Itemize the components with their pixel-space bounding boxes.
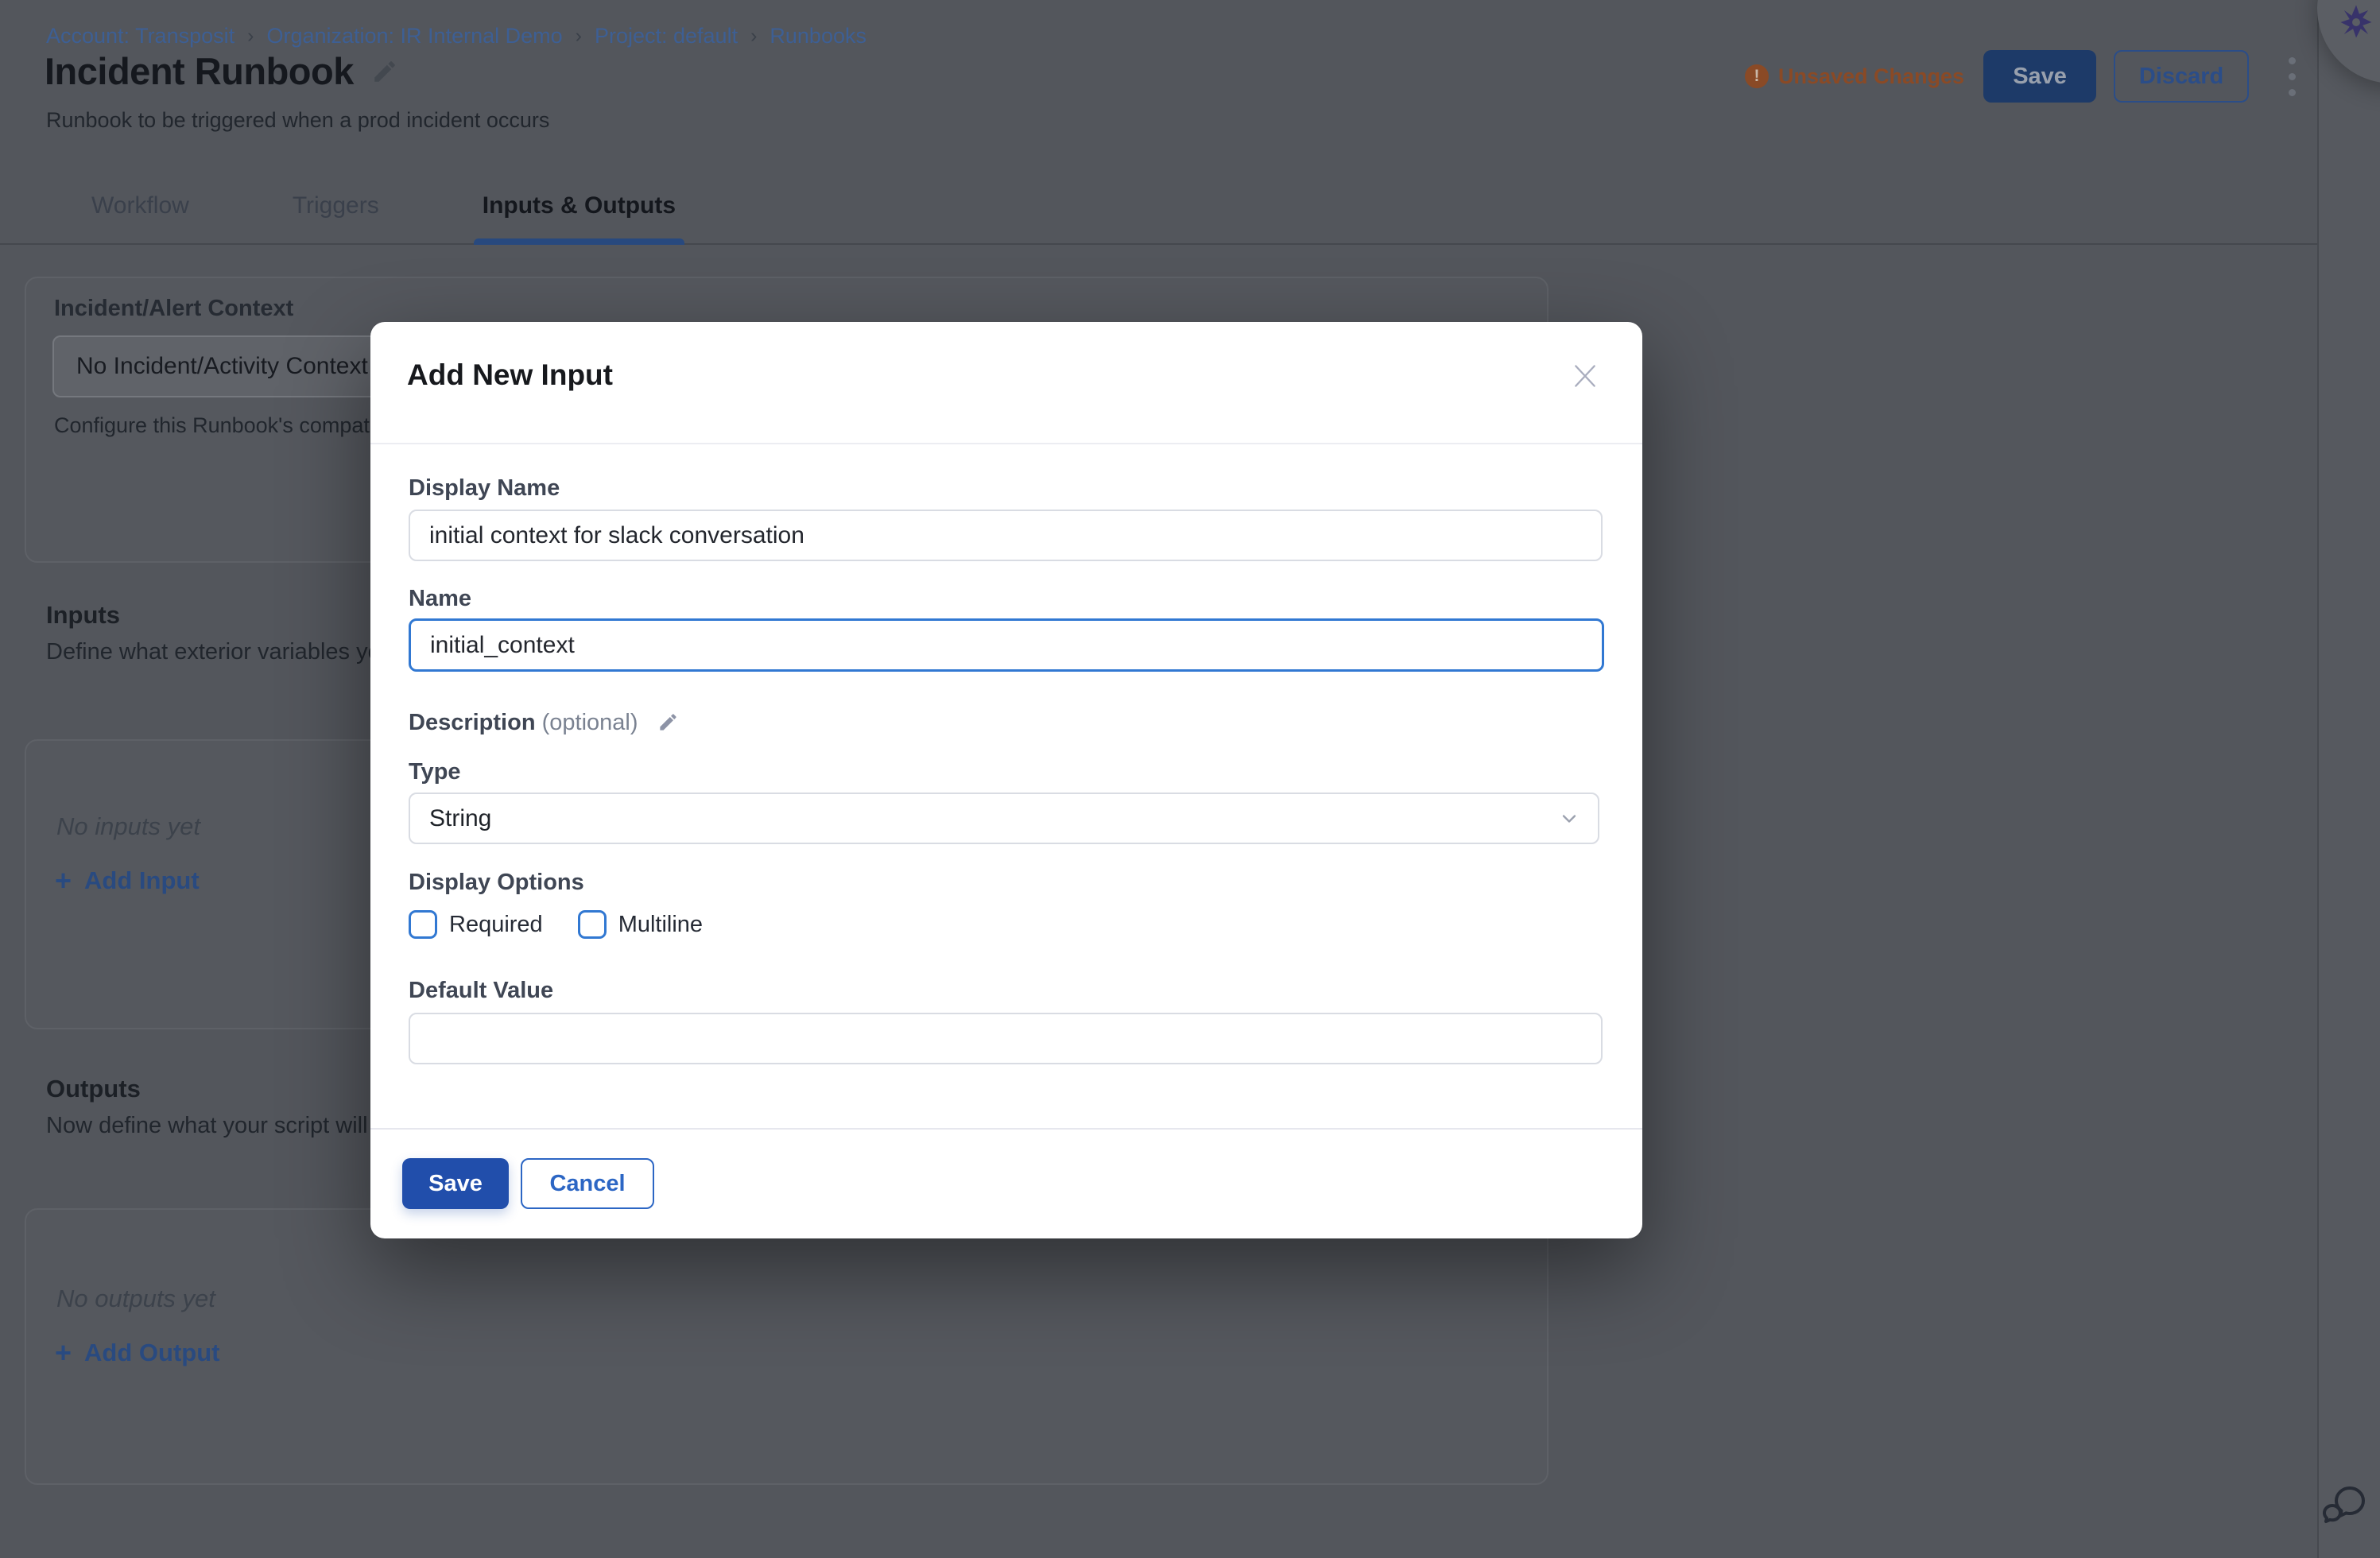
type-select[interactable]: String <box>409 793 1599 844</box>
name-label: Name <box>409 586 471 612</box>
unsaved-changes-status: ! Unsaved Changes <box>1745 64 1964 89</box>
name-input[interactable] <box>409 618 1604 672</box>
display-name-input[interactable] <box>409 510 1603 561</box>
header-actions: ! Unsaved Changes Save Discard <box>1745 50 2302 103</box>
display-name-label: Display Name <box>409 475 560 502</box>
modal-title: Add New Input <box>407 358 613 392</box>
add-output-label: Add Output <box>84 1339 219 1367</box>
modal-save-button[interactable]: Save <box>402 1158 509 1209</box>
flower-logo-icon <box>2335 2 2377 43</box>
tab-bar: Workflow Triggers Inputs & Outputs <box>0 168 2317 245</box>
modal-header-divider <box>370 443 1642 444</box>
edit-title-pencil-icon[interactable] <box>371 58 398 85</box>
add-output-button[interactable]: + Add Output <box>55 1339 219 1367</box>
inputs-section-helper: Define what exterior variables your <box>46 639 401 665</box>
plus-icon: + <box>55 1339 72 1367</box>
tab-triggers[interactable]: Triggers <box>249 168 423 243</box>
screen: Account: Transposit › Organization: IR I… <box>0 0 2380 1558</box>
discard-button[interactable]: Discard <box>2114 50 2249 103</box>
breadcrumb-separator: › <box>247 25 254 48</box>
breadcrumb-account-link[interactable]: Account: Transposit <box>46 24 235 48</box>
close-icon[interactable] <box>1569 360 1601 392</box>
plus-icon: + <box>55 866 72 895</box>
save-button[interactable]: Save <box>1983 50 2096 103</box>
right-margin-strip <box>2319 0 2380 1558</box>
modal-cancel-button[interactable]: Cancel <box>521 1158 654 1209</box>
display-options-label: Display Options <box>409 870 584 896</box>
type-label: Type <box>409 759 461 785</box>
kebab-menu-icon[interactable] <box>2282 51 2302 103</box>
type-select-value: String <box>429 805 491 832</box>
incident-context-helper: Configure this Runbook's compatibi <box>54 413 391 438</box>
unsaved-changes-label: Unsaved Changes <box>1778 64 1964 89</box>
outputs-section-helper: Now define what your script will ma <box>46 1113 406 1139</box>
add-new-input-modal: Add New Input Display Name Name Descript… <box>370 322 1642 1238</box>
required-checkbox[interactable] <box>409 910 437 939</box>
description-label: Description (optional) <box>409 710 679 736</box>
edit-description-pencil-icon[interactable] <box>657 711 679 733</box>
breadcrumb-project-link[interactable]: Project: default <box>595 24 738 48</box>
multiline-checkbox[interactable] <box>578 910 607 939</box>
display-options-group: Required Multiline <box>409 910 703 939</box>
default-value-input[interactable] <box>409 1013 1603 1064</box>
outputs-card: No outputs yet + Add Output <box>25 1208 1549 1485</box>
add-input-label: Add Input <box>84 866 200 895</box>
chevron-down-icon <box>1558 808 1580 830</box>
breadcrumb-organization-link[interactable]: Organization: IR Internal Demo <box>266 24 562 48</box>
incident-context-label: Incident/Alert Context <box>54 296 293 322</box>
breadcrumb-separator: › <box>750 25 757 48</box>
breadcrumb-separator: › <box>576 25 582 48</box>
tab-workflow[interactable]: Workflow <box>48 168 233 243</box>
no-inputs-label: No inputs yet <box>56 812 200 841</box>
page-subtitle: Runbook to be triggered when a prod inci… <box>46 108 549 133</box>
breadcrumb: Account: Transposit › Organization: IR I… <box>46 24 866 48</box>
tab-inputs-outputs[interactable]: Inputs & Outputs <box>439 168 719 243</box>
no-outputs-label: No outputs yet <box>56 1285 215 1313</box>
default-value-label: Default Value <box>409 978 553 1004</box>
add-input-button[interactable]: + Add Input <box>55 866 200 895</box>
modal-footer-divider <box>370 1128 1642 1130</box>
inputs-section-title: Inputs <box>46 601 120 630</box>
alert-icon: ! <box>1745 64 1769 88</box>
outputs-section-title: Outputs <box>46 1075 141 1103</box>
page-title: Incident Runbook <box>45 49 354 93</box>
chat-support-icon[interactable] <box>2318 1479 2369 1529</box>
breadcrumb-runbooks-link[interactable]: Runbooks <box>769 24 866 48</box>
description-optional-label: (optional) <box>542 710 638 735</box>
required-checkbox-label: Required <box>449 912 543 938</box>
multiline-checkbox-label: Multiline <box>618 912 703 938</box>
